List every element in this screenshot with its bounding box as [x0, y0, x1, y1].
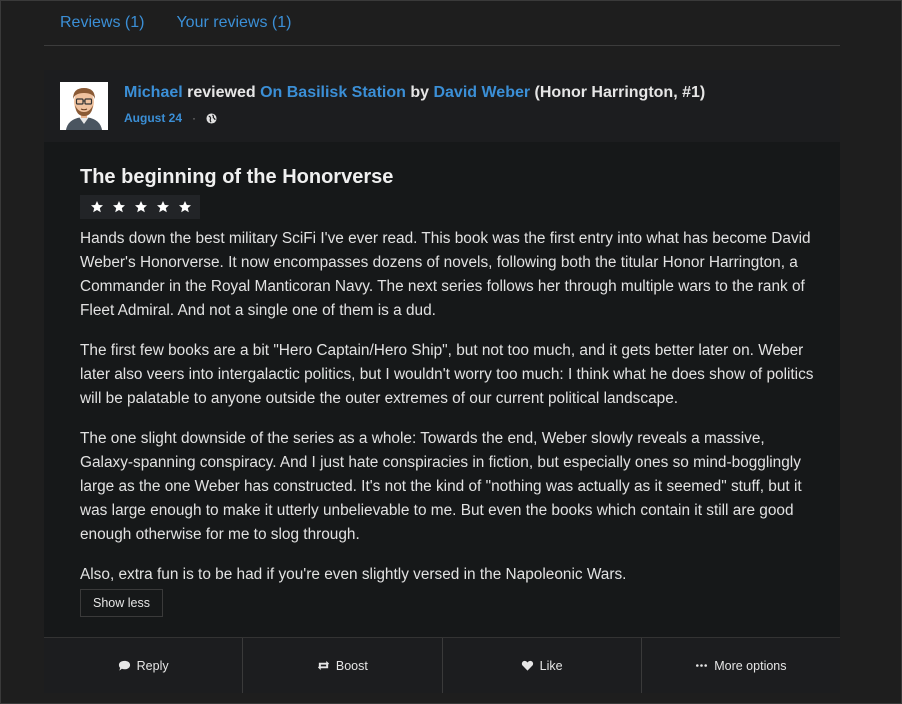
- star-icon: [157, 201, 169, 213]
- globe-icon: [206, 112, 217, 124]
- reply-label: Reply: [136, 658, 169, 673]
- star-icon: [135, 201, 147, 213]
- book-title-link[interactable]: On Basilisk Station: [260, 84, 406, 101]
- review-date[interactable]: August 24: [124, 111, 182, 125]
- review-card: Michael reviewed On Basilisk Station by …: [44, 70, 840, 693]
- meta-separator: ·: [192, 111, 197, 125]
- star-rating: [80, 195, 200, 219]
- review-title: The beginning of the Honorverse: [80, 166, 394, 188]
- by-text: by: [410, 84, 430, 101]
- review-paragraph: Also, extra fun is to be had if you're e…: [80, 566, 627, 583]
- review-headline: Michael reviewed On Basilisk Station by …: [124, 84, 705, 102]
- boost-label: Boost: [335, 658, 368, 673]
- like-button[interactable]: Like: [443, 638, 642, 693]
- show-less-button[interactable]: Show less: [80, 589, 163, 617]
- series-text: (Honor Harrington, #1): [534, 84, 706, 101]
- review-actions: Reply Boost Like More options: [44, 637, 840, 693]
- star-icon: [113, 201, 125, 213]
- avatar-image: [60, 82, 108, 130]
- heart-icon: [521, 660, 533, 671]
- comment-icon: [118, 660, 130, 671]
- review-header: Michael reviewed On Basilisk Station by …: [44, 70, 840, 142]
- star-icon: [179, 201, 191, 213]
- review-paragraph: The one slight downside of the series as…: [80, 430, 802, 543]
- tab-reviews[interactable]: Reviews (1): [60, 14, 144, 32]
- review-tabs: Reviews (1) Your reviews (1): [44, 0, 840, 46]
- reviewer-link[interactable]: Michael: [124, 84, 183, 101]
- review-body: The beginning of the Honorverse Hands do…: [80, 166, 820, 617]
- review-paragraph: Hands down the best military SciFi I've …: [80, 230, 811, 319]
- review-paragraph: The first few books are a bit "Hero Capt…: [80, 342, 814, 407]
- review-meta: August 24 ·: [124, 111, 217, 125]
- tab-your-reviews[interactable]: Your reviews (1): [176, 14, 291, 32]
- reply-button[interactable]: Reply: [44, 638, 244, 693]
- boost-icon: [317, 660, 329, 671]
- reviewed-text: reviewed: [187, 84, 256, 101]
- avatar[interactable]: [60, 82, 108, 130]
- boost-button[interactable]: Boost: [243, 638, 443, 693]
- ellipsis-icon: [696, 664, 708, 667]
- author-link[interactable]: David Weber: [433, 84, 530, 101]
- more-options-button[interactable]: More options: [642, 638, 840, 693]
- more-options-label: More options: [714, 658, 787, 673]
- star-icon: [91, 201, 103, 213]
- like-label: Like: [539, 658, 563, 673]
